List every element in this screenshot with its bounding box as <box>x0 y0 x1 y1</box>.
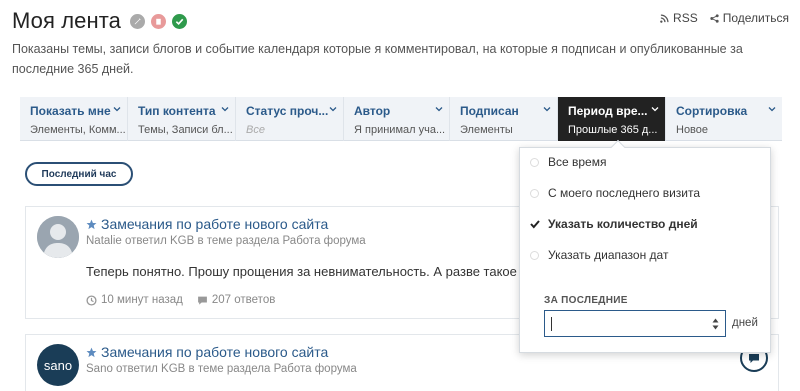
radio-icon <box>530 188 539 198</box>
title-row: Моя лента <box>12 8 188 34</box>
top-links: RSS Поделиться <box>648 11 789 25</box>
rss-label: RSS <box>673 11 698 25</box>
filter-sort[interactable]: Сортировка Новое <box>666 97 782 141</box>
edit-icon[interactable] <box>130 13 146 29</box>
comment-icon <box>197 296 207 305</box>
filter-read-status[interactable]: Статус проч... Все <box>236 97 344 141</box>
timestamp: 10 минут назад <box>86 294 183 306</box>
reply-count: 207 ответов <box>197 294 275 306</box>
filter-value: Элементы, Комм... <box>30 124 126 136</box>
feed-item-meta: Sano ответил KGB в теме раздела Работа ф… <box>86 363 357 375</box>
spinner-arrows-icon[interactable] <box>712 317 719 331</box>
avatar[interactable] <box>37 216 79 258</box>
avatar-text: sano <box>43 357 73 373</box>
filter-value: Темы, Записи бл... <box>138 124 233 136</box>
feed-item-stats: 10 минут назад 207 ответов <box>86 294 289 306</box>
page-title: Моя лента <box>12 8 122 33</box>
option-all-time[interactable]: Все время <box>530 153 606 171</box>
share-icon <box>710 13 719 23</box>
days-section-label: ЗА ПОСЛЕДНИЕ <box>544 295 628 306</box>
chevron-down-icon <box>768 107 776 112</box>
chevron-down-icon <box>113 107 121 112</box>
star-icon <box>86 219 97 229</box>
filter-value: Прошлые 365 д... <box>568 124 658 136</box>
option-label: Указать диапазон дат <box>548 248 669 262</box>
option-since-last-visit[interactable]: С моего последнего визита <box>530 184 700 202</box>
option-label: Все время <box>548 155 607 169</box>
radio-icon <box>530 157 539 167</box>
checkmark-icon[interactable] <box>172 13 188 29</box>
feed-item-title-text: Замечания по работе нового сайта <box>101 216 329 232</box>
filter-time-period[interactable]: Период вре... Прошлые 365 д... <box>558 97 666 141</box>
filter-followed[interactable]: Подписан Элементы <box>450 97 558 141</box>
chevron-down-icon <box>221 107 229 112</box>
star-icon <box>86 347 97 357</box>
reply-count-text: 207 ответов <box>211 294 276 306</box>
chevron-down-icon <box>435 107 443 112</box>
option-custom-days[interactable]: Указать количество дней <box>530 215 698 233</box>
delete-icon[interactable] <box>151 13 167 29</box>
share-label: Поделиться <box>722 11 789 25</box>
menu-arrow <box>610 139 626 155</box>
rss-link[interactable]: RSS <box>660 11 698 25</box>
chevron-down-icon <box>329 107 337 112</box>
option-date-range[interactable]: Указать диапазон дат <box>530 246 668 264</box>
feed-item-title[interactable]: Замечания по работе нового сайта <box>86 344 328 360</box>
filter-value: Элементы <box>460 124 513 136</box>
avatar[interactable]: sano <box>37 344 79 386</box>
filter-value: Новое <box>676 124 709 136</box>
feed-item-title-text: Замечания по работе нового сайта <box>101 344 329 360</box>
share-link[interactable]: Поделиться <box>710 11 789 25</box>
feed-item-meta: Natalie ответил KGB в теме раздела Работ… <box>86 235 366 247</box>
feed-item-title[interactable]: Замечания по работе нового сайта <box>86 216 328 232</box>
filter-author[interactable]: Автор Я принимал уча... <box>344 97 450 141</box>
filter-value: Все <box>246 124 265 136</box>
feed-item-snippet: Теперь понятно. Прошу прощения за невним… <box>86 264 517 279</box>
chevron-down-icon <box>543 107 551 112</box>
time-period-menu: Все время С моего последнего визита Указ… <box>519 139 771 353</box>
filter-value: Я принимал уча... <box>354 124 446 136</box>
filter-bar: Показать мне Элементы, Комм... Тип конте… <box>20 97 782 141</box>
rss-icon <box>660 13 669 23</box>
clock-icon <box>86 294 97 306</box>
filter-content-type[interactable]: Тип контента Темы, Записи бл... <box>128 97 236 141</box>
text-cursor <box>551 317 552 331</box>
page-subtitle: Показаны темы, записи блогов и событие к… <box>12 42 743 76</box>
filter-label: Сортировка <box>676 104 748 118</box>
chevron-down-icon <box>651 107 659 112</box>
option-label: Указать количество дней <box>548 217 698 231</box>
radio-icon <box>530 250 539 260</box>
last-hour-button[interactable]: Последний час <box>25 162 133 186</box>
timestamp-text: 10 минут назад <box>101 294 183 306</box>
days-unit-label: дней <box>732 317 758 329</box>
filter-show-me[interactable]: Показать мне Элементы, Комм... <box>20 97 128 141</box>
option-label: С моего последнего визита <box>548 186 701 200</box>
checkmark-icon <box>530 220 540 229</box>
days-number-input[interactable] <box>544 310 726 337</box>
